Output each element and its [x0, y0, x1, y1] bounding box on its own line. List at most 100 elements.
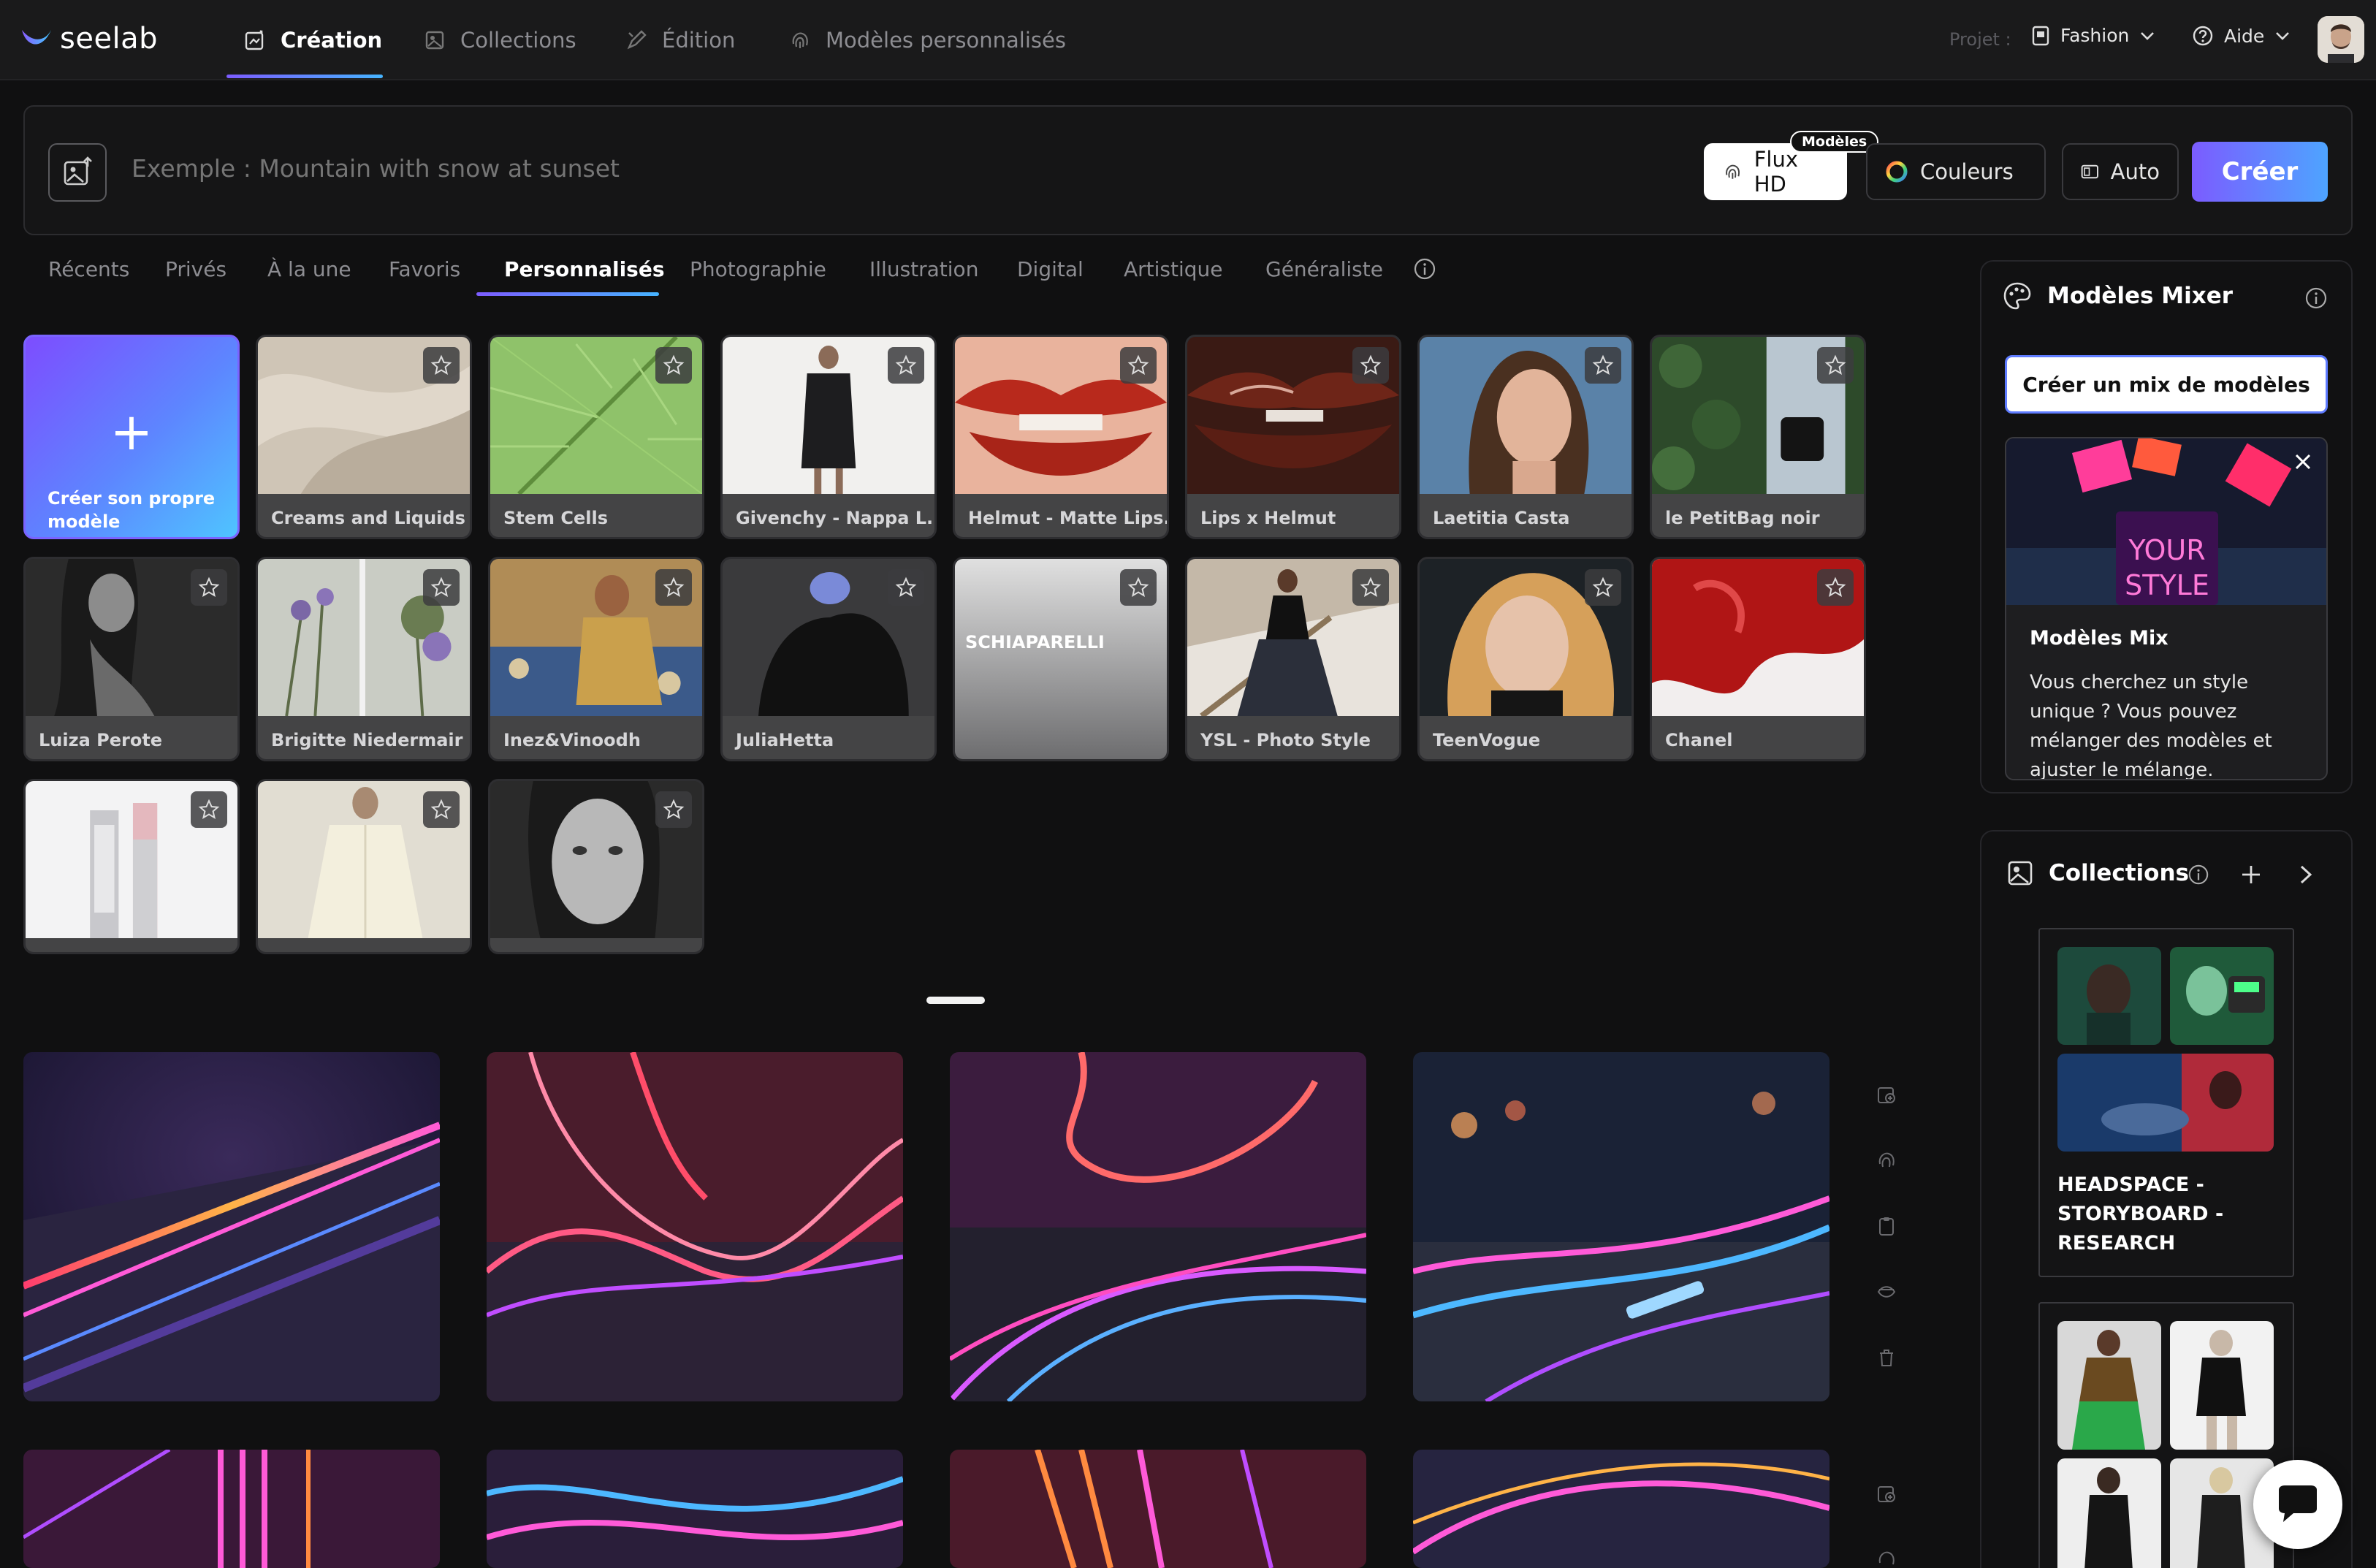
- favorite-star-icon[interactable]: [1120, 347, 1157, 384]
- help-menu[interactable]: Aide: [2192, 25, 2291, 47]
- project-name: Fashion: [2060, 25, 2130, 46]
- model-card[interactable]: Laetitia Casta: [1417, 335, 1634, 539]
- generated-image[interactable]: [1413, 1052, 1829, 1401]
- trash-icon[interactable]: [1872, 1343, 1901, 1372]
- collection-card[interactable]: [2038, 1302, 2294, 1568]
- tab-prives[interactable]: Privés: [165, 257, 226, 281]
- model-card[interactable]: JuliaHetta: [720, 557, 937, 761]
- info-icon[interactable]: [2187, 864, 2209, 886]
- tab-digital[interactable]: Digital: [1017, 257, 1084, 281]
- generated-image[interactable]: [1413, 1450, 1829, 1568]
- favorite-star-icon[interactable]: [423, 569, 460, 606]
- collection-thumbnail: [2057, 947, 2161, 1045]
- tab-illustration[interactable]: Illustration: [869, 257, 978, 281]
- generated-image[interactable]: [23, 1052, 440, 1401]
- favorite-star-icon[interactable]: [423, 791, 460, 828]
- add-to-collection-icon[interactable]: [1872, 1080, 1901, 1109]
- generated-image[interactable]: [23, 1450, 440, 1568]
- model-card[interactable]: Creams and Liquids: [256, 335, 472, 539]
- seelab-logo[interactable]: seelab: [20, 22, 158, 56]
- add-to-collection-icon[interactable]: [1872, 1479, 1901, 1508]
- model-name-overlay: SCHIAPARELLI: [965, 632, 1105, 652]
- model-card[interactable]: SCHIAPARELLI: [953, 557, 1169, 761]
- model-card[interactable]: Chanel: [1650, 557, 1866, 761]
- favorite-star-icon[interactable]: [191, 791, 227, 828]
- model-card[interactable]: Helmut - Matte Lips...: [953, 335, 1169, 539]
- collections-icon: [2008, 861, 2033, 886]
- favorite-star-icon[interactable]: [655, 347, 692, 384]
- tab-a-la-une[interactable]: À la une: [267, 257, 351, 281]
- tab-favoris[interactable]: Favoris: [389, 257, 460, 281]
- model-card[interactable]: [256, 779, 472, 954]
- hide-icon[interactable]: [1872, 1277, 1901, 1306]
- create-model-card[interactable]: + Créer son propre modèle: [23, 335, 240, 539]
- aspect-ratio-icon: [2081, 164, 2098, 179]
- colors-button[interactable]: Couleurs: [1866, 143, 2046, 200]
- models-mix-card[interactable]: YOUR STYLE Modèles Mix Vous cherchez un …: [2005, 437, 2328, 780]
- colors-label: Couleurs: [1920, 159, 2014, 184]
- model-card[interactable]: YSL - Photo Style: [1185, 557, 1401, 761]
- close-icon[interactable]: [2291, 450, 2315, 473]
- generated-image[interactable]: [487, 1052, 903, 1401]
- favorite-star-icon[interactable]: [1120, 569, 1157, 606]
- model-name: Helmut - Matte Lips...: [955, 494, 1167, 537]
- model-card[interactable]: [488, 779, 704, 954]
- collection-name: HEADSPACE - STORYBOARD - RESEARCH: [2057, 1173, 2224, 1255]
- collection-card[interactable]: HEADSPACE - STORYBOARD - RESEARCH: [2038, 928, 2294, 1277]
- prompt-input[interactable]: [132, 152, 1520, 184]
- tab-artistique[interactable]: Artistique: [1124, 257, 1223, 281]
- favorite-star-icon[interactable]: [1352, 569, 1389, 606]
- favorite-star-icon[interactable]: [888, 347, 924, 384]
- user-avatar[interactable]: [2318, 16, 2364, 63]
- fingerprint-icon[interactable]: [1872, 1545, 1901, 1568]
- project-selector[interactable]: Fashion: [2031, 25, 2155, 46]
- nav-edition[interactable]: Édition: [625, 0, 735, 80]
- fingerprint-icon[interactable]: [1872, 1146, 1901, 1175]
- favorite-star-icon[interactable]: [423, 347, 460, 384]
- nav-collections[interactable]: Collections: [424, 0, 576, 80]
- model-card[interactable]: le PetitBag noir: [1650, 335, 1866, 539]
- image-upload-button[interactable]: [48, 143, 107, 202]
- favorite-star-icon[interactable]: [1352, 347, 1389, 384]
- clipboard-icon[interactable]: [1872, 1211, 1901, 1241]
- format-button[interactable]: Auto: [2062, 143, 2179, 200]
- nav-creation[interactable]: Création: [244, 0, 382, 80]
- add-icon[interactable]: [2239, 862, 2263, 887]
- favorite-star-icon[interactable]: [655, 569, 692, 606]
- tab-generaliste[interactable]: Généraliste: [1265, 257, 1383, 281]
- favorite-star-icon[interactable]: [655, 791, 692, 828]
- model-card[interactable]: Luiza Perote: [23, 557, 240, 761]
- favorite-star-icon[interactable]: [888, 569, 924, 606]
- model-card[interactable]: Inez&Vinoodh: [488, 557, 704, 761]
- chat-support-button[interactable]: [2253, 1460, 2342, 1549]
- plus-icon: +: [110, 402, 153, 462]
- drag-handle[interactable]: [926, 997, 985, 1004]
- model-card[interactable]: Stem Cells: [488, 335, 704, 539]
- chevron-right-icon[interactable]: [2293, 862, 2318, 887]
- model-name: Stem Cells: [490, 494, 702, 537]
- tab-recents[interactable]: Récents: [48, 257, 129, 281]
- nav-custom-models[interactable]: Modèles personnalisés: [789, 0, 1066, 80]
- collection-thumbnail: [2057, 1054, 2274, 1152]
- info-icon[interactable]: [1413, 257, 1436, 281]
- favorite-star-icon[interactable]: [191, 569, 227, 606]
- seelab-logo-icon: [22, 30, 51, 45]
- tab-photographie[interactable]: Photographie: [690, 257, 826, 281]
- generated-image[interactable]: [950, 1450, 1366, 1568]
- collection-thumbnail: [2057, 1458, 2161, 1568]
- info-icon[interactable]: [2304, 286, 2328, 310]
- model-card[interactable]: Lips x Helmut: [1185, 335, 1401, 539]
- favorite-star-icon[interactable]: [1585, 569, 1621, 606]
- create-button[interactable]: Créer: [2192, 142, 2328, 202]
- generated-image[interactable]: [950, 1052, 1366, 1401]
- favorite-star-icon[interactable]: [1817, 569, 1854, 606]
- model-card[interactable]: Givenchy - Nappa L...: [720, 335, 937, 539]
- create-mix-button[interactable]: Créer un mix de modèles: [2005, 355, 2328, 414]
- model-card[interactable]: [23, 779, 240, 954]
- favorite-star-icon[interactable]: [1817, 347, 1854, 384]
- generated-image[interactable]: [487, 1450, 903, 1568]
- model-card[interactable]: TeenVogue: [1417, 557, 1634, 761]
- model-card[interactable]: Brigitte Niedermair: [256, 557, 472, 761]
- favorite-star-icon[interactable]: [1585, 347, 1621, 384]
- tab-personnalises[interactable]: Personnalisés: [504, 257, 665, 281]
